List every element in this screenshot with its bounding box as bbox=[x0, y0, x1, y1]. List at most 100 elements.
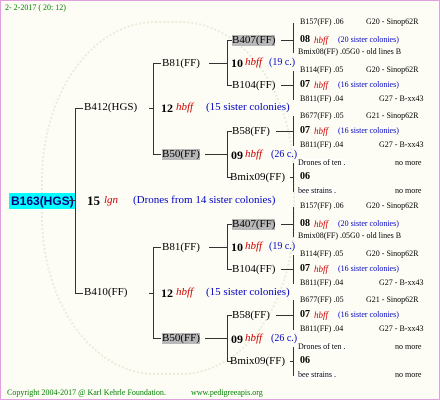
gen4-extra: G20 - Sinop62R bbox=[366, 201, 419, 210]
connector bbox=[209, 247, 228, 248]
gen3-sym: hbff bbox=[314, 310, 329, 320]
gen3-node[interactable]: B58(FF) bbox=[232, 126, 270, 137]
gen1-node[interactable]: B412(HGS) bbox=[84, 102, 137, 113]
gen4-extra: G27 - B-xx43 bbox=[379, 324, 424, 333]
connector bbox=[69, 200, 76, 201]
gen4-node[interactable]: Drones of ten . bbox=[298, 159, 346, 167]
connector bbox=[153, 63, 161, 64]
gen4-node[interactable]: B811(FF) .04 bbox=[300, 279, 343, 287]
gen3-sym: hbff bbox=[314, 264, 329, 274]
connector bbox=[153, 154, 161, 155]
gen4-node[interactable]: B811(FF) .04 bbox=[300, 325, 343, 333]
gen4-extra: no more bbox=[395, 342, 422, 351]
gen4-node[interactable]: B677(FF) .05 bbox=[300, 296, 344, 304]
gen3-note: (20 sister colonies) bbox=[338, 35, 399, 44]
gen4-node[interactable]: B811(FF) .04 bbox=[300, 95, 343, 103]
gen2-node[interactable]: B81(FF) bbox=[162, 242, 200, 253]
gen4-extra: G20 - Sinop62R bbox=[366, 249, 419, 258]
gen2-note: (26 c.) bbox=[271, 333, 298, 344]
gen3-num: 08 bbox=[300, 34, 310, 45]
gen2-sym: hbff bbox=[245, 56, 263, 68]
gen4-node[interactable]: B114(FF) .05 bbox=[300, 66, 343, 74]
gen3-sym: hbff bbox=[314, 219, 329, 229]
gen4-node[interactable]: B677(FF) .05 bbox=[300, 112, 344, 120]
connector bbox=[209, 63, 228, 64]
gen3-node[interactable]: B58(FF) bbox=[232, 310, 270, 321]
gen2-node[interactable]: B50(FF) bbox=[162, 149, 200, 160]
connector bbox=[290, 177, 294, 178]
gen2-note: (26 c.) bbox=[271, 149, 298, 160]
connector bbox=[290, 361, 294, 362]
gen4-node[interactable]: B157(FF) .06 bbox=[300, 18, 344, 26]
gen3-note: (20 sister colonies) bbox=[338, 219, 399, 228]
site-footer[interactable]: www.pedigreeapis.org bbox=[191, 389, 263, 397]
root-num: 15 bbox=[87, 193, 100, 208]
connector bbox=[276, 131, 294, 132]
gen3-num: 08 bbox=[300, 218, 310, 229]
connector bbox=[153, 247, 161, 248]
gen4-extra: G21 - Sinop62R bbox=[366, 111, 419, 120]
gen3-node[interactable]: B104(FF) bbox=[232, 264, 275, 275]
gen3-node[interactable]: Bmix09(FF) bbox=[230, 356, 285, 367]
gen2-note: (19 c.) bbox=[269, 57, 296, 68]
gen3-node[interactable]: Bmix09(FF) bbox=[230, 172, 285, 183]
gen1-node[interactable]: B410(FF) bbox=[84, 287, 127, 298]
connector bbox=[75, 293, 83, 294]
connector bbox=[153, 338, 161, 339]
gen4-node[interactable]: B811(FF) .04 bbox=[300, 141, 343, 149]
gen3-sym: hbff bbox=[314, 126, 329, 136]
gen2-node[interactable]: B81(FF) bbox=[162, 58, 200, 69]
date-header: 2- 2-2017 ( 20: 12) bbox=[5, 3, 66, 12]
gen4-node[interactable]: Bmix08(FF) .05G0 - old lines B bbox=[298, 232, 401, 240]
gen3-num: 07 bbox=[300, 125, 310, 136]
gen4-node[interactable]: B157(FF) .06 bbox=[300, 202, 344, 210]
gen4-extra: no more bbox=[395, 158, 422, 167]
connector bbox=[281, 85, 294, 86]
gen4-extra: G20 - Sinop62R bbox=[366, 65, 419, 74]
connector bbox=[75, 108, 76, 294]
gen2-note: (19 c.) bbox=[269, 241, 296, 252]
gen4-node[interactable]: bee strains . bbox=[298, 187, 336, 195]
gen2-num: 09 bbox=[231, 148, 243, 162]
gen2-node[interactable]: B50(FF) bbox=[162, 333, 200, 344]
pedigree-chart: 2- 2-2017 ( 20: 12) B163(HGS) 15 lgn (Dr… bbox=[0, 0, 440, 400]
connector bbox=[281, 40, 294, 41]
gen4-extra: G21 - Sinop62R bbox=[366, 295, 419, 304]
gen2-num: 10 bbox=[231, 56, 243, 70]
gen4-node[interactable]: Bmix08(FF) .05G0 - old lines B bbox=[298, 48, 401, 56]
gen2-num: 09 bbox=[231, 332, 243, 346]
gen4-extra: G27 - B-xx43 bbox=[379, 278, 424, 287]
gen4-node[interactable]: Drones of ten . bbox=[298, 343, 346, 351]
gen3-node[interactable]: B104(FF) bbox=[232, 80, 275, 91]
gen3-note: (16 sister colonies) bbox=[338, 126, 399, 135]
connector bbox=[205, 338, 228, 339]
connector bbox=[281, 269, 294, 270]
gen3-sym: hbff bbox=[314, 35, 329, 45]
gen3-note: (16 sister colonies) bbox=[338, 310, 399, 319]
connector bbox=[276, 315, 294, 316]
connector bbox=[293, 23, 294, 53]
gen4-extra: no more bbox=[395, 186, 422, 195]
gen4-node[interactable]: B114(FF) .05 bbox=[300, 250, 343, 258]
gen1-sym: hbff bbox=[176, 286, 194, 298]
gen3-num: 06 bbox=[300, 355, 310, 366]
gen3-node[interactable]: B407(FF) bbox=[232, 219, 276, 230]
gen3-num: 06 bbox=[300, 171, 310, 182]
copyright-footer: Copyright 2004-2017 @ Karl Kehrle Founda… bbox=[7, 388, 166, 397]
root-node[interactable]: B163(HGS) bbox=[9, 193, 76, 209]
gen4-extra: no more bbox=[395, 370, 422, 379]
gen1-note: (15 sister colonies) bbox=[206, 286, 290, 298]
gen3-node[interactable]: B407(FF) bbox=[232, 35, 276, 46]
gen3-note: (16 sister colonies) bbox=[338, 264, 399, 273]
root-note: (Drones from 14 sister colonies) bbox=[133, 194, 276, 206]
gen1-note: (15 sister colonies) bbox=[206, 101, 290, 113]
gen2-sym: hbff bbox=[245, 332, 263, 344]
gen4-node[interactable]: bee strains . bbox=[298, 371, 336, 379]
connector bbox=[149, 293, 154, 294]
connector bbox=[293, 207, 294, 237]
connector bbox=[153, 63, 154, 155]
gen3-num: 07 bbox=[300, 263, 310, 274]
gen1-sym: hbff bbox=[176, 101, 194, 113]
connector bbox=[205, 154, 228, 155]
root-sym: lgn bbox=[104, 194, 119, 206]
